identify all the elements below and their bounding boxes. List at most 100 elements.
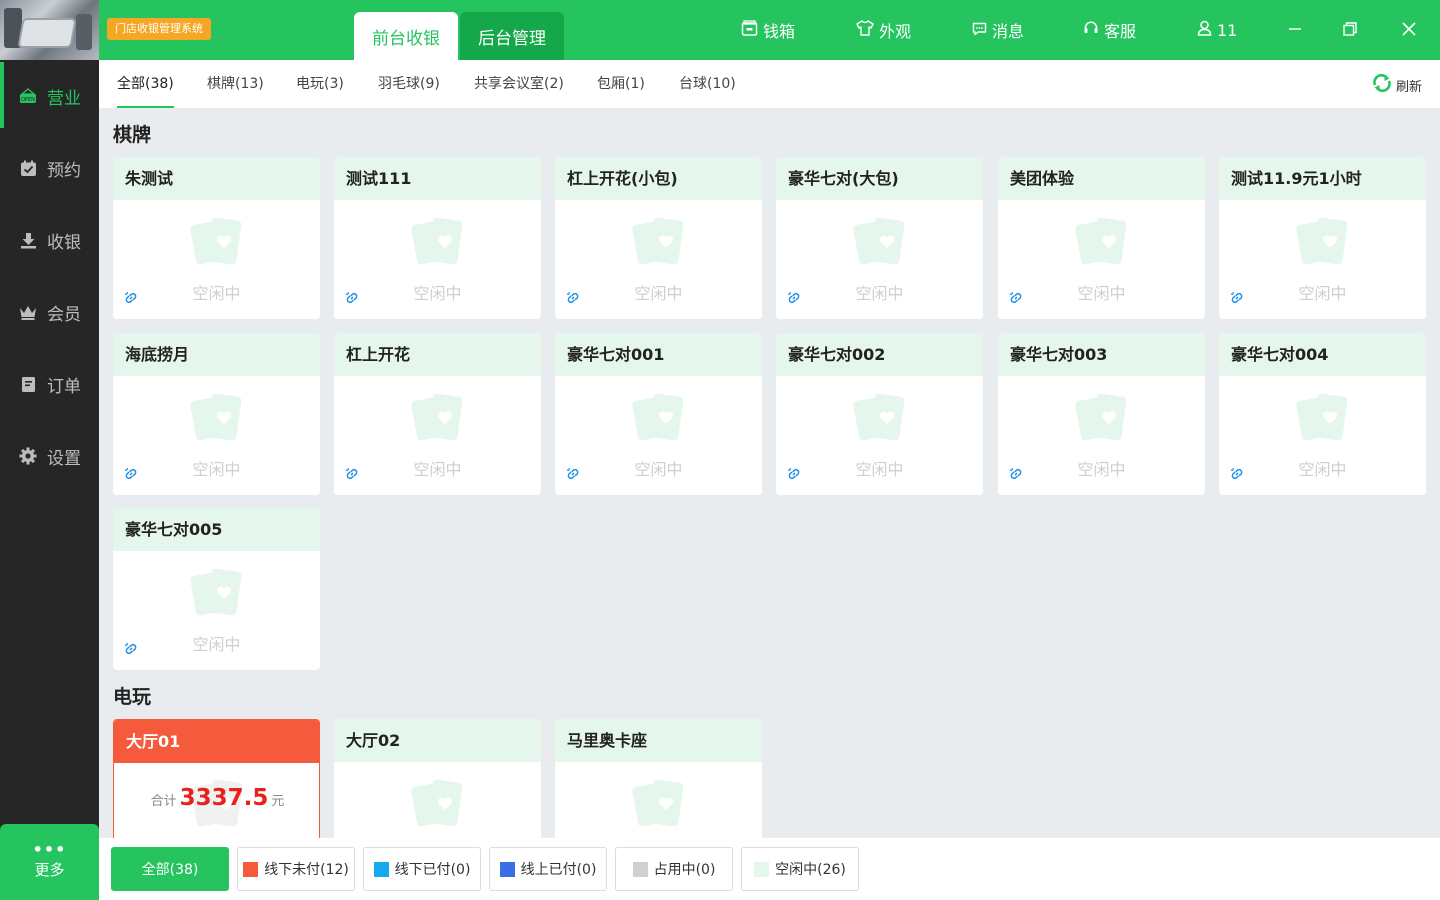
sidebar-item-member[interactable]: 会员 xyxy=(0,276,99,348)
room-card[interactable]: 测试111 空闲中 xyxy=(334,157,541,319)
card-watermark-icon xyxy=(1074,391,1130,449)
link-icon[interactable] xyxy=(1230,290,1244,309)
filter-idle-button[interactable]: 空闲中(26) xyxy=(741,847,859,891)
filter-offline-unpaid-button[interactable]: 线下未付(12) xyxy=(237,847,355,891)
svg-text:OPEN: OPEN xyxy=(21,97,35,103)
tab-front-cashier[interactable]: 前台收银 xyxy=(354,12,458,60)
tab-category-meeting-room[interactable]: 共享会议室(2) xyxy=(474,60,564,108)
room-card[interactable]: 海底捞月 空闲中 xyxy=(113,333,320,495)
room-grid: 棋牌 朱测试 空闲中 测试111 空闲中 杠上开花(小包) 空闲中 豪华七对(大… xyxy=(99,108,1440,838)
refresh-label: 刷新 xyxy=(1395,79,1422,95)
shirt-icon xyxy=(856,20,874,40)
user-account-button[interactable]: 11 xyxy=(1197,19,1237,41)
room-name: 测试11.9元1小时 xyxy=(1219,157,1426,200)
cash-drawer-label: 钱箱 xyxy=(763,22,796,41)
sidebar-item-cashier[interactable]: 收银 xyxy=(0,204,99,276)
link-icon[interactable] xyxy=(566,466,580,485)
room-card[interactable]: 马里奥卡座 xyxy=(555,719,762,838)
room-card[interactable]: 豪华七对002 空闲中 xyxy=(776,333,983,495)
customer-service-label: 客服 xyxy=(1104,22,1137,41)
cashier-download-icon xyxy=(19,231,37,249)
link-icon[interactable] xyxy=(787,466,801,485)
close-button[interactable] xyxy=(1394,15,1424,45)
room-name: 美团体验 xyxy=(998,157,1205,200)
sidebar-item-orders[interactable]: 订单 xyxy=(0,348,99,420)
occupied-color-swatch xyxy=(632,861,648,877)
room-status: 空闲中 xyxy=(413,460,462,479)
sidebar: OPEN 营业 预约 收银 会员 订单 设置 ••• 更多 xyxy=(0,0,99,900)
offline-paid-color-swatch xyxy=(373,861,389,877)
refresh-button[interactable]: 刷新 xyxy=(1372,73,1422,96)
section-title-chess-cards: 棋牌 xyxy=(113,124,152,146)
link-icon[interactable] xyxy=(124,290,138,309)
room-status: 空闲中 xyxy=(1298,460,1347,479)
room-card[interactable]: 测试11.9元1小时 空闲中 xyxy=(1219,157,1426,319)
room-card[interactable]: 豪华七对003 空闲中 xyxy=(998,333,1205,495)
room-card[interactable]: 朱测试 空闲中 xyxy=(113,157,320,319)
link-icon[interactable] xyxy=(566,290,580,309)
room-card[interactable]: 大厅02 xyxy=(334,719,541,838)
filter-online-paid-button[interactable]: 线上已付(0) xyxy=(489,847,607,891)
link-icon[interactable] xyxy=(1009,290,1023,309)
sidebar-item-settings[interactable]: 设置 xyxy=(0,420,99,492)
appearance-button[interactable]: 外观 xyxy=(856,19,911,41)
room-status: 空闲中 xyxy=(192,460,241,479)
room-name: 测试111 xyxy=(334,157,541,200)
card-watermark-icon xyxy=(1295,391,1351,449)
tab-category-billiards[interactable]: 台球(10) xyxy=(679,60,736,108)
room-card[interactable]: 豪华七对005 空闲中 xyxy=(113,508,320,670)
tab-category-badminton[interactable]: 羽毛球(9) xyxy=(378,60,440,108)
messages-button[interactable]: 消息 xyxy=(972,19,1024,41)
link-icon[interactable] xyxy=(345,290,359,309)
room-name: 豪华七对001 xyxy=(555,333,762,376)
tab-category-private-room[interactable]: 包厢(1) xyxy=(597,60,645,108)
customer-service-button[interactable]: 客服 xyxy=(1083,19,1136,41)
room-card-occupied[interactable]: 大厅01 合计 3337.5 元 xyxy=(113,719,320,838)
card-watermark-icon xyxy=(631,215,687,273)
room-card[interactable]: 豪华七对004 空闲中 xyxy=(1219,333,1426,495)
total-label: 合计 xyxy=(150,794,177,809)
room-status: 空闲中 xyxy=(192,284,241,303)
filter-all-button[interactable]: 全部(38) xyxy=(111,847,229,891)
room-name: 豪华七对005 xyxy=(113,508,320,551)
filter-offline-paid-button[interactable]: 线下已付(0) xyxy=(363,847,481,891)
room-name: 大厅02 xyxy=(334,719,541,762)
card-watermark-icon xyxy=(189,215,245,273)
sidebar-item-reservation[interactable]: 预约 xyxy=(0,132,99,204)
gear-icon xyxy=(19,447,37,465)
link-icon[interactable] xyxy=(787,290,801,309)
cash-drawer-icon xyxy=(741,19,758,41)
link-icon[interactable] xyxy=(1009,466,1023,485)
room-card[interactable]: 豪华七对(大包) 空闲中 xyxy=(776,157,983,319)
room-card[interactable]: 杠上开花 空闲中 xyxy=(334,333,541,495)
card-watermark-icon xyxy=(410,215,466,273)
room-card[interactable]: 杠上开花(小包) 空闲中 xyxy=(555,157,762,319)
room-status: 空闲中 xyxy=(1077,284,1126,303)
room-status: 空闲中 xyxy=(634,460,683,479)
more-button[interactable]: ••• 更多 xyxy=(0,824,99,900)
tab-category-all[interactable]: 全部(38) xyxy=(117,60,174,108)
tab-category-video-games[interactable]: 电玩(3) xyxy=(296,60,344,108)
link-icon[interactable] xyxy=(124,641,138,660)
link-icon[interactable] xyxy=(345,466,359,485)
room-name: 豪华七对003 xyxy=(998,333,1205,376)
customer-service-icon xyxy=(1083,20,1099,40)
filter-label: 空闲中(26) xyxy=(775,862,846,878)
minimize-button[interactable] xyxy=(1280,15,1310,45)
room-status: 空闲中 xyxy=(634,284,683,303)
status-filter-bar: 全部(38) 线下未付(12) 线下已付(0) 线上已付(0) 占用中(0) 空… xyxy=(99,838,1440,900)
store-photo xyxy=(0,0,99,60)
room-name: 豪华七对002 xyxy=(776,333,983,376)
room-card[interactable]: 美团体验 空闲中 xyxy=(998,157,1205,319)
room-card[interactable]: 豪华七对001 空闲中 xyxy=(555,333,762,495)
tab-category-chess-cards[interactable]: 棋牌(13) xyxy=(207,60,264,108)
calendar-check-icon xyxy=(19,159,37,177)
sidebar-item-business[interactable]: OPEN 营业 xyxy=(0,60,99,132)
filter-occupied-button[interactable]: 占用中(0) xyxy=(615,847,733,891)
link-icon[interactable] xyxy=(1230,466,1244,485)
restore-button[interactable] xyxy=(1335,15,1365,45)
link-icon[interactable] xyxy=(124,466,138,485)
idle-color-swatch xyxy=(754,861,770,877)
cash-drawer-button[interactable]: 钱箱 xyxy=(741,19,795,41)
tab-back-office[interactable]: 后台管理 xyxy=(460,12,564,60)
